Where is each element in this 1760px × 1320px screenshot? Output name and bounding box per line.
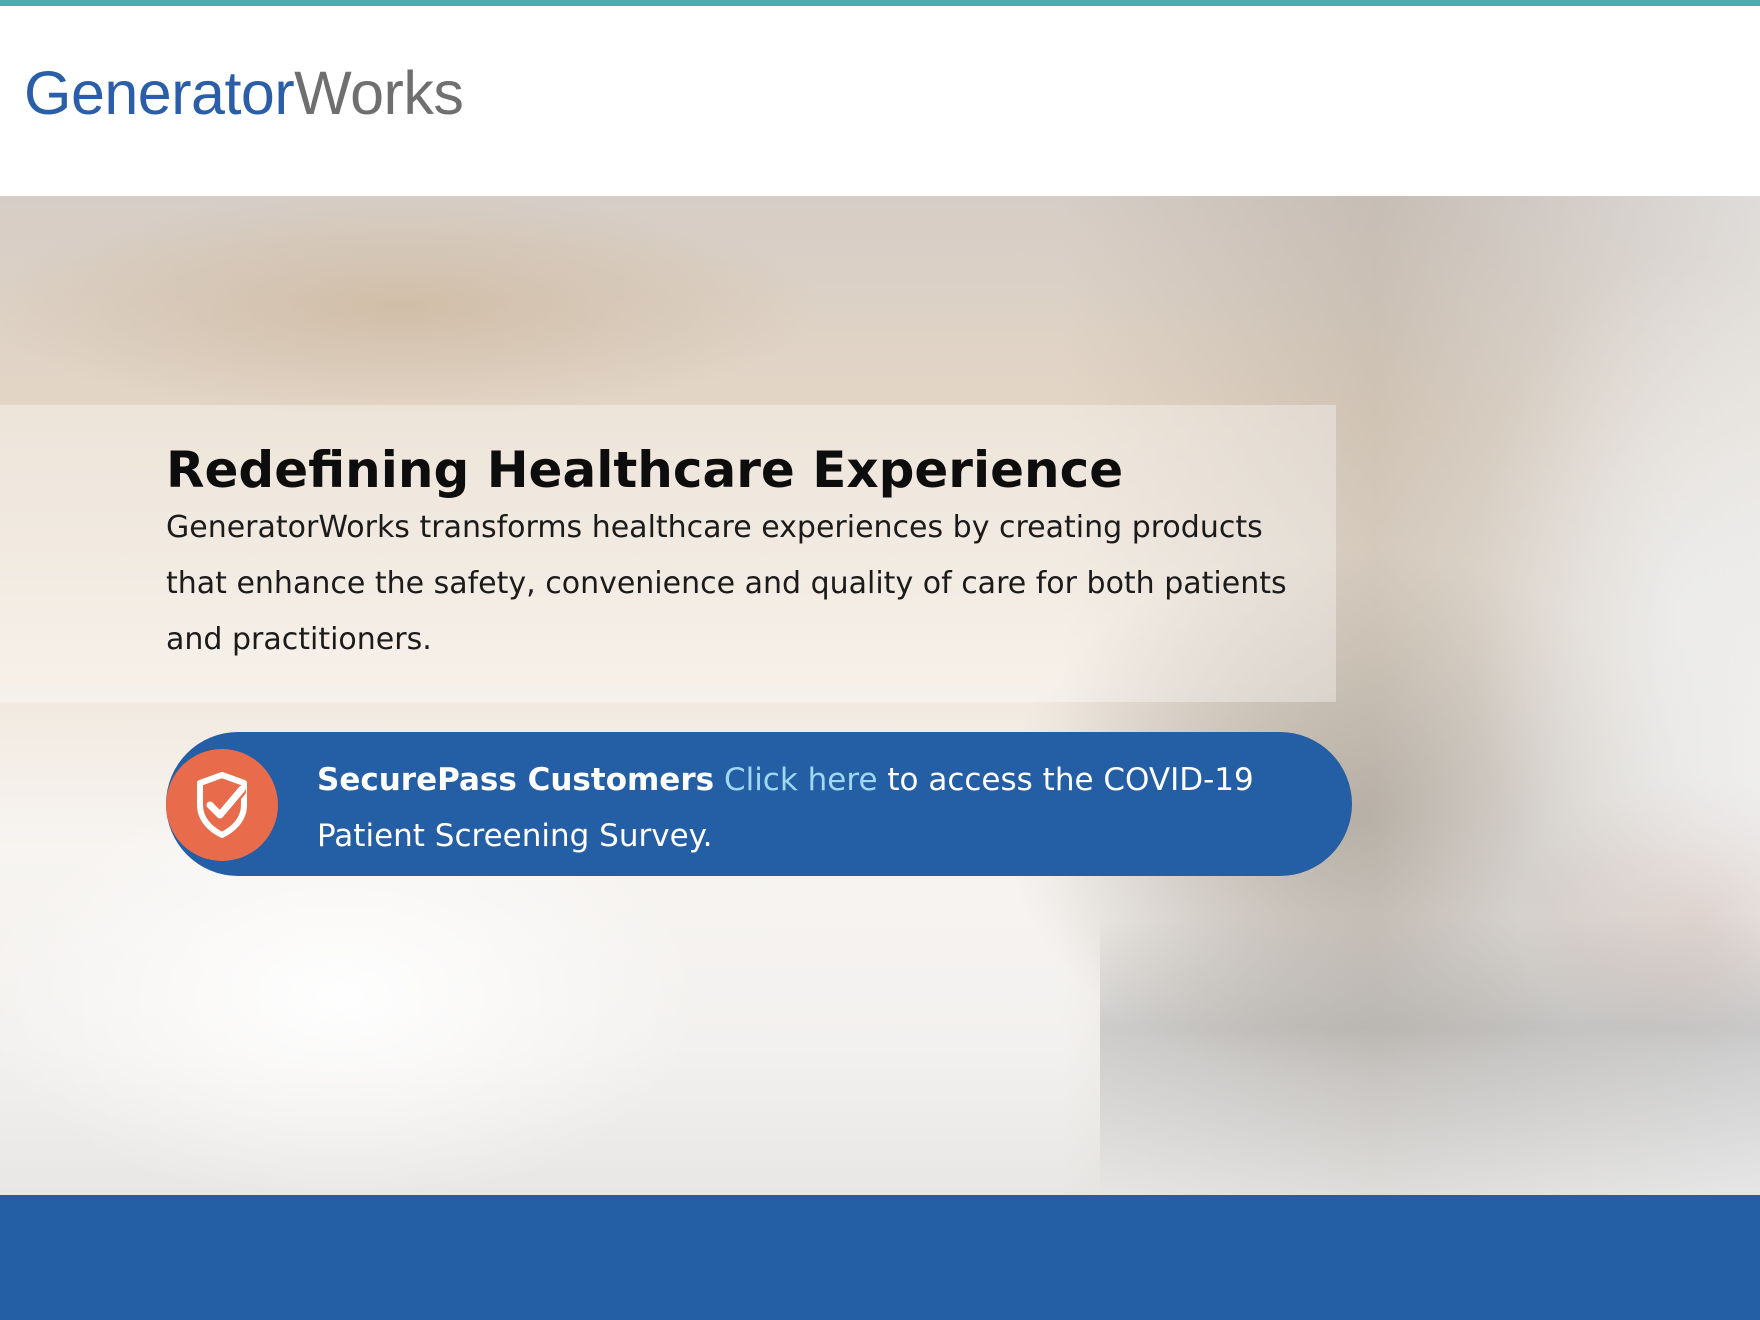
securepass-lead: SecurePass Customers bbox=[317, 762, 715, 798]
securepass-message: SecurePass Customers Click here to acces… bbox=[317, 752, 1317, 864]
site-logo[interactable]: GeneratorWorks bbox=[24, 58, 464, 128]
securepass-click-here-link[interactable]: Click here bbox=[724, 762, 878, 798]
footer-bar bbox=[0, 1195, 1760, 1320]
hero-title: Redefining Healthcare Experience bbox=[166, 441, 1124, 499]
hero-background-shade bbox=[1100, 916, 1760, 1195]
logo-part-works: Works bbox=[294, 59, 464, 127]
page: GeneratorWorks Redefining Healthcare Exp… bbox=[0, 0, 1760, 1320]
logo-part-generator: Generator bbox=[24, 59, 295, 127]
shield-check-icon bbox=[166, 749, 278, 861]
site-header: GeneratorWorks bbox=[0, 6, 1760, 196]
securepass-banner[interactable]: SecurePass Customers Click here to acces… bbox=[166, 732, 1352, 876]
hero-description: GeneratorWorks transforms healthcare exp… bbox=[166, 510, 1287, 657]
